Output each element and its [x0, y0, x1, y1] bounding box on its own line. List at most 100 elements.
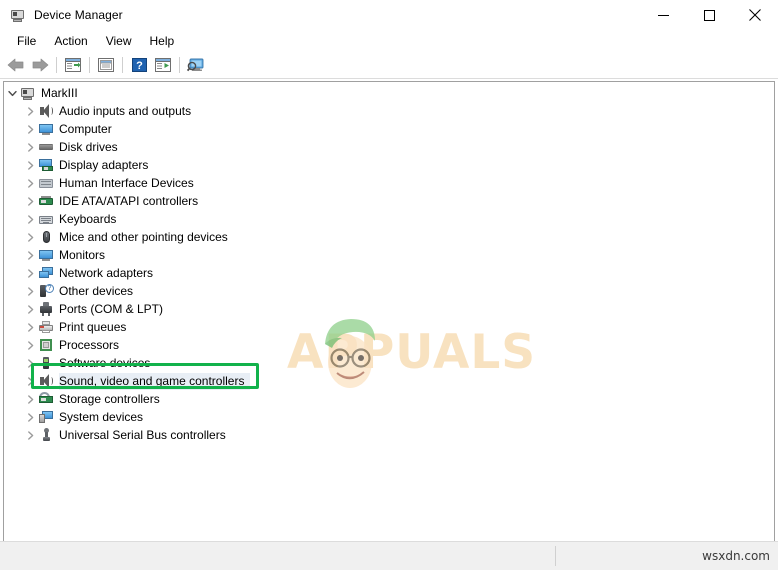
tree-item-label: Storage controllers: [59, 392, 160, 406]
title-bar: Device Manager: [0, 0, 778, 30]
separator: [122, 57, 123, 73]
tree-item-label: Audio inputs and outputs: [59, 104, 192, 118]
menu-item-file[interactable]: File: [8, 32, 45, 50]
chevron-right-icon[interactable]: [22, 408, 38, 426]
chevron-right-icon[interactable]: [22, 372, 38, 390]
chevron-right-icon[interactable]: [22, 354, 38, 372]
separator: [56, 57, 57, 73]
tree-item-disk-drives[interactable]: Disk drives: [4, 138, 774, 156]
status-pane-left: [0, 542, 555, 570]
system-device-icon: [38, 409, 54, 425]
status-right-text: wsxdn.com: [702, 549, 770, 563]
monitor-icon: [38, 247, 54, 263]
tree-item-label: Network adapters: [59, 266, 154, 280]
tree-item-audio-inputs-and-outputs[interactable]: Audio inputs and outputs: [4, 102, 774, 120]
processor-icon: [38, 337, 54, 353]
ide-controller-icon: [38, 193, 54, 209]
tree-item-human-interface-devices[interactable]: Human Interface Devices: [4, 174, 774, 192]
chevron-right-icon[interactable]: [22, 120, 38, 138]
device-tree-panel[interactable]: MarkIII Audio inputs and outputs Compute…: [3, 81, 775, 541]
tree-item-keyboards[interactable]: Keyboards: [4, 210, 774, 228]
tree-item-universal-serial-bus-controllers[interactable]: Universal Serial Bus controllers: [4, 426, 774, 444]
back-icon[interactable]: [4, 54, 28, 76]
tree-item-label: Computer: [59, 122, 112, 136]
chevron-right-icon[interactable]: [22, 282, 38, 300]
software-device-icon: [38, 355, 54, 371]
chevron-right-icon[interactable]: [22, 138, 38, 156]
tree-item-label: Processors: [59, 338, 120, 352]
tree-item-label: Ports (COM & LPT): [59, 302, 164, 316]
tree-item-label: MarkIII: [41, 86, 78, 100]
speaker-icon: [38, 103, 54, 119]
tree-item-label: Monitors: [59, 248, 106, 262]
tree-item-display-adapters[interactable]: Display adapters: [4, 156, 774, 174]
tree-item-label: IDE ATA/ATAPI controllers: [59, 194, 199, 208]
minimize-button[interactable]: [640, 0, 686, 30]
chevron-right-icon[interactable]: [22, 228, 38, 246]
close-button[interactable]: [732, 0, 778, 30]
mouse-icon: [38, 229, 54, 245]
tree-item-label: Software devices: [59, 356, 151, 370]
chevron-right-icon[interactable]: [22, 192, 38, 210]
tree-item-mice-and-other-pointing-devices[interactable]: Mice and other pointing devices: [4, 228, 774, 246]
device-manager-window: Device Manager File Action View Help ? M…: [0, 0, 778, 570]
tree-item-software-devices[interactable]: Software devices: [4, 354, 774, 372]
tree-item-label: Disk drives: [59, 140, 118, 154]
disk-drive-icon: [38, 139, 54, 155]
usb-icon: [38, 427, 54, 443]
tree-item-monitors[interactable]: Monitors: [4, 246, 774, 264]
tree-item-label: Mice and other pointing devices: [59, 230, 228, 244]
keyboard-icon: [38, 211, 54, 227]
tree-item-sound-video-and-game-controllers[interactable]: Sound, video and game controllers: [4, 372, 774, 390]
tree-item-system-devices[interactable]: System devices: [4, 408, 774, 426]
update-driver-icon[interactable]: [151, 54, 175, 76]
menu-item-view[interactable]: View: [97, 32, 141, 50]
display-adapter-icon: [38, 157, 54, 173]
chevron-right-icon[interactable]: [22, 210, 38, 228]
menu-item-help[interactable]: Help: [141, 32, 184, 50]
device-tree: MarkIII Audio inputs and outputs Compute…: [4, 82, 774, 444]
chevron-right-icon[interactable]: [22, 318, 38, 336]
status-bar: wsxdn.com: [0, 541, 778, 570]
tree-item-processors[interactable]: Processors: [4, 336, 774, 354]
tree-item-computer[interactable]: Computer: [4, 120, 774, 138]
separator: [89, 57, 90, 73]
maximize-button[interactable]: [686, 0, 732, 30]
properties-icon[interactable]: [61, 54, 85, 76]
menu-item-action[interactable]: Action: [45, 32, 96, 50]
device-manager-icon: [10, 7, 26, 23]
menu-bar: File Action View Help: [0, 30, 778, 52]
scan-for-hardware-changes-icon[interactable]: [184, 54, 208, 76]
tree-item-storage-controllers[interactable]: Storage controllers: [4, 390, 774, 408]
show-hidden-devices-icon[interactable]: [94, 54, 118, 76]
tree-item-root[interactable]: MarkIII: [4, 84, 774, 102]
tree-item-network-adapters[interactable]: Network adapters: [4, 264, 774, 282]
help-icon[interactable]: ?: [127, 54, 151, 76]
tree-item-ide-ata-atapi-controllers[interactable]: IDE ATA/ATAPI controllers: [4, 192, 774, 210]
network-adapter-icon: [38, 265, 54, 281]
tree-item-label: Display adapters: [59, 158, 149, 172]
chevron-right-icon[interactable]: [22, 300, 38, 318]
tree-item-label: Universal Serial Bus controllers: [59, 428, 226, 442]
window-title: Device Manager: [34, 8, 123, 22]
tree-item-label: Print queues: [59, 320, 127, 334]
chevron-right-icon[interactable]: [22, 390, 38, 408]
tree-item-other-devices[interactable]: ? Other devices: [4, 282, 774, 300]
tree-item-print-queues[interactable]: Print queues: [4, 318, 774, 336]
printer-icon: [38, 319, 54, 335]
chevron-right-icon[interactable]: [22, 264, 38, 282]
chevron-right-icon[interactable]: [22, 426, 38, 444]
computer-icon: [20, 85, 36, 101]
tree-item-label: Other devices: [59, 284, 134, 298]
chevron-right-icon[interactable]: [22, 336, 38, 354]
chevron-down-icon[interactable]: [4, 84, 20, 102]
chevron-right-icon[interactable]: [22, 156, 38, 174]
port-icon: [38, 301, 54, 317]
chevron-right-icon[interactable]: [22, 246, 38, 264]
hid-icon: [38, 175, 54, 191]
chevron-right-icon[interactable]: [22, 174, 38, 192]
chevron-right-icon[interactable]: [22, 102, 38, 120]
forward-icon[interactable]: [28, 54, 52, 76]
tree-item-ports-com-lpt[interactable]: Ports (COM & LPT): [4, 300, 774, 318]
tree-item-label: Human Interface Devices: [59, 176, 194, 190]
